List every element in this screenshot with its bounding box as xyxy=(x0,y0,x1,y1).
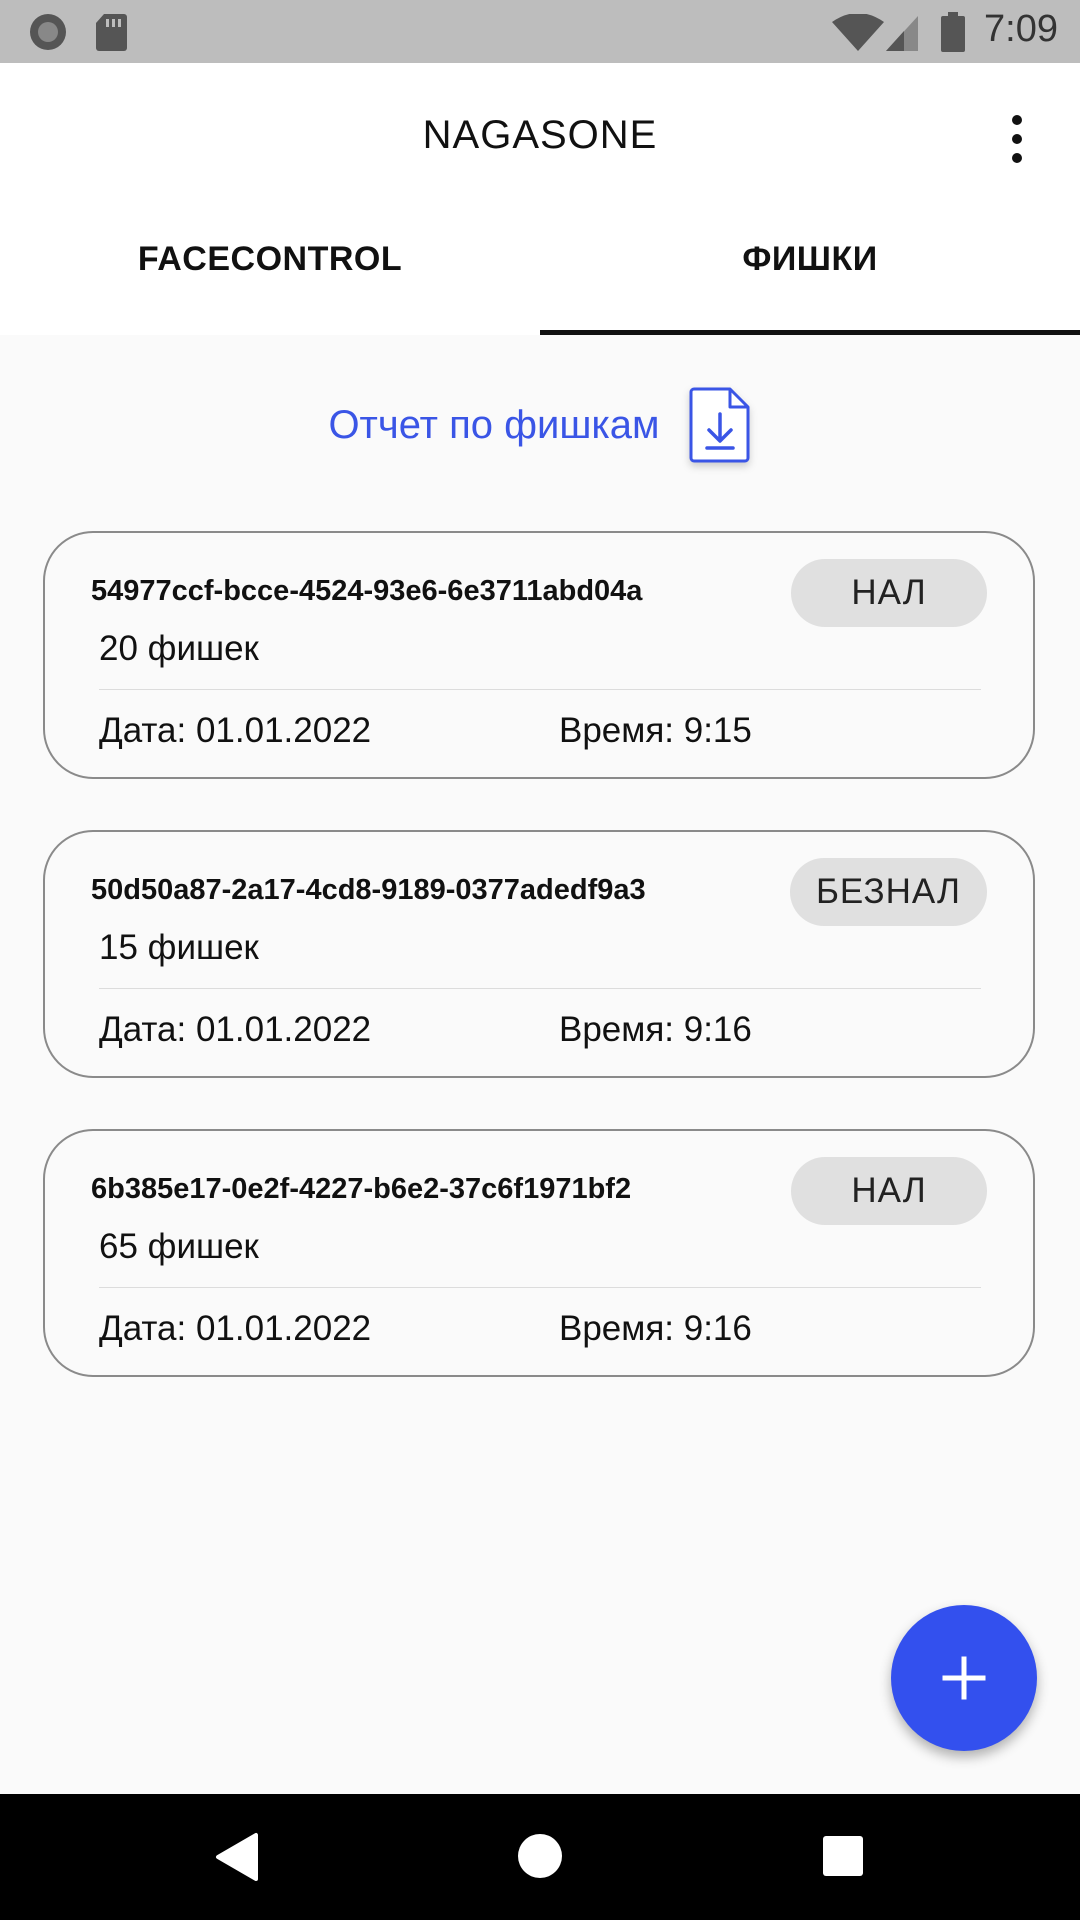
payment-badge: НАЛ xyxy=(791,1157,987,1225)
card-date: Дата: 01.01.2022 xyxy=(99,711,372,750)
recents-icon[interactable] xyxy=(823,1836,863,1876)
chip-count: 65 фишек xyxy=(99,1227,259,1266)
system-nav-bar xyxy=(0,1794,1080,1920)
card-divider xyxy=(99,988,981,989)
card-date: Дата: 01.01.2022 xyxy=(99,1010,372,1049)
back-icon[interactable] xyxy=(214,1832,264,1882)
wifi-icon xyxy=(832,14,884,51)
payment-badge: НАЛ xyxy=(791,559,987,627)
file-download-icon[interactable] xyxy=(688,386,752,464)
tab-indicator xyxy=(540,330,1080,335)
report-link[interactable]: Отчет по фишкам xyxy=(0,380,1080,470)
report-label: Отчет по фишкам xyxy=(328,402,660,447)
tab-fishki[interactable]: ФИШКИ xyxy=(540,183,1080,335)
status-time: 7:09 xyxy=(984,8,1058,50)
card-id: 54977ccf-bcce-4524-93e6-6e3711abd04a xyxy=(91,575,643,607)
plus-icon xyxy=(942,1656,986,1700)
notification-circle-icon xyxy=(30,14,66,50)
card-date: Дата: 01.01.2022 xyxy=(99,1309,372,1348)
tab-label: FACECONTROL xyxy=(137,239,403,278)
chip-count: 15 фишек xyxy=(99,928,259,967)
battery-icon xyxy=(941,12,965,52)
signal-icon xyxy=(886,16,918,51)
add-button[interactable] xyxy=(891,1605,1037,1751)
card-id: 50d50a87-2a17-4cd8-9189-0377adedf9a3 xyxy=(91,874,646,906)
tab-label: ФИШКИ xyxy=(742,239,878,278)
tab-facecontrol[interactable]: FACECONTROL xyxy=(0,183,540,335)
app-title: NAGASONE xyxy=(422,113,658,157)
chip-card[interactable]: 50d50a87-2a17-4cd8-9189-0377adedf9a3 БЕЗ… xyxy=(43,830,1035,1078)
card-id: 6b385e17-0e2f-4227-b6e2-37c6f1971bf2 xyxy=(91,1173,632,1205)
chip-card[interactable]: 54977ccf-bcce-4524-93e6-6e3711abd04a НАЛ… xyxy=(43,531,1035,779)
chip-count: 20 фишек xyxy=(99,629,259,668)
status-bar: 7:09 xyxy=(0,0,1080,63)
card-divider xyxy=(99,1287,981,1288)
app-bar: NAGASONE FACECONTROL ФИШКИ xyxy=(0,63,1080,335)
card-divider xyxy=(99,689,981,690)
more-vert-icon[interactable] xyxy=(1000,111,1034,167)
home-icon[interactable] xyxy=(518,1834,562,1878)
card-time: Время: 9:15 xyxy=(559,711,752,750)
chip-card[interactable]: 6b385e17-0e2f-4227-b6e2-37c6f1971bf2 НАЛ… xyxy=(43,1129,1035,1377)
payment-badge: БЕЗНАЛ xyxy=(789,858,987,926)
card-time: Время: 9:16 xyxy=(559,1309,752,1348)
card-time: Время: 9:16 xyxy=(559,1010,752,1049)
sd-card-icon xyxy=(96,14,127,51)
